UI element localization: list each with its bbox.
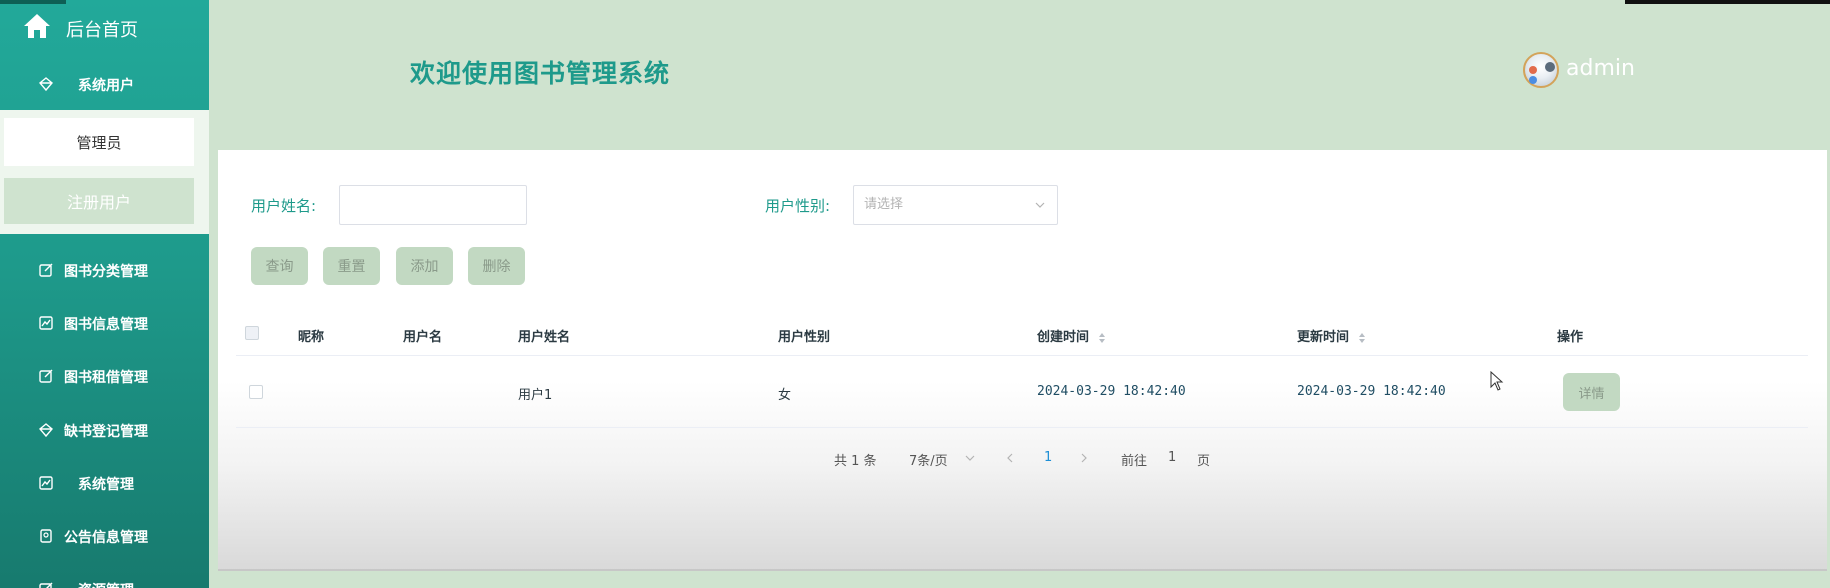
pagination-total: 共 1 条: [834, 454, 877, 469]
delete-button[interactable]: 删除: [468, 247, 525, 285]
select-all-checkbox[interactable]: [245, 326, 259, 340]
sidebar-item-label: 图书租借管理: [64, 370, 148, 386]
gender-filter-placeholder: 请选择: [864, 197, 904, 212]
cell-created: 2024-03-29 18:42:40: [1037, 384, 1186, 399]
username[interactable]: admin: [1566, 56, 1635, 81]
table-header: 昵称 用户名 用户姓名 用户性别 创建时间 更新时间 操作: [236, 310, 1808, 356]
row-checkbox[interactable]: [249, 385, 263, 399]
sidebar-top-accent: [0, 0, 66, 4]
page-size-select[interactable]: 7条/页: [909, 450, 948, 469]
sidebar: 后台首页 系统用户 管理员 注册用户 图书分类管理 图书信息管理 图书租借管理 …: [0, 0, 209, 588]
add-button[interactable]: 添加: [396, 247, 453, 285]
sidebar-subitem-label: 管理员: [76, 133, 122, 152]
column-header-created[interactable]: 创建时间: [1037, 326, 1106, 345]
reset-button[interactable]: 重置: [323, 247, 380, 285]
gender-filter-label: 用户性别:: [765, 197, 831, 215]
sidebar-subitem-admin[interactable]: 管理员: [4, 118, 194, 166]
sort-icon[interactable]: [1358, 332, 1366, 344]
column-header-actions: 操作: [1557, 330, 1584, 345]
sidebar-item-resources[interactable]: 资源管理: [0, 569, 209, 588]
column-header-nickname: 昵称: [298, 330, 325, 345]
sidebar-item-label: 图书分类管理: [64, 264, 148, 280]
sidebar-item-label: 公告信息管理: [64, 530, 148, 546]
edit-icon: [39, 263, 53, 277]
name-filter-input[interactable]: [339, 185, 527, 225]
sidebar-item-system-management[interactable]: 系统管理: [0, 463, 209, 503]
sidebar-home[interactable]: 后台首页: [0, 8, 209, 48]
query-button[interactable]: 查询: [251, 247, 308, 285]
sidebar-item-announcements[interactable]: 公告信息管理: [0, 516, 209, 556]
sidebar-item-label: 图书信息管理: [64, 317, 148, 333]
edit-icon: [39, 369, 53, 383]
cell-updated: 2024-03-29 18:42:40: [1297, 384, 1446, 399]
sidebar-submenu: 管理员 注册用户: [0, 110, 209, 234]
column-header-created-label: 创建时间: [1037, 330, 1090, 345]
chevron-right-icon[interactable]: [1079, 452, 1089, 464]
home-icon: [24, 14, 50, 38]
name-filter-label: 用户姓名:: [251, 197, 317, 215]
detail-button[interactable]: 详情: [1563, 373, 1620, 411]
column-header-gender: 用户性别: [778, 330, 831, 345]
column-header-updated[interactable]: 更新时间: [1297, 326, 1366, 345]
header: 欢迎使用图书管理系统 admin: [209, 0, 1830, 142]
cell-realname: 用户1: [518, 388, 553, 403]
sidebar-item-rental[interactable]: 图书租借管理: [0, 356, 209, 396]
column-header-realname: 用户姓名: [518, 330, 571, 345]
sidebar-home-label: 后台首页: [66, 20, 138, 41]
chart-icon: [39, 476, 53, 490]
sidebar-item-label: 系统管理: [78, 477, 134, 493]
chevron-down-icon: [1035, 202, 1045, 208]
chevron-left-icon[interactable]: [1005, 452, 1015, 464]
avatar[interactable]: [1523, 52, 1559, 88]
sidebar-subitem-registered-users[interactable]: 注册用户: [4, 178, 194, 224]
sidebar-subitem-label: 注册用户: [66, 193, 131, 212]
gender-filter-select[interactable]: 请选择: [853, 185, 1058, 225]
goto-suffix: 页: [1197, 454, 1211, 469]
sort-icon[interactable]: [1098, 332, 1106, 344]
sidebar-item-label: 系统用户: [78, 78, 134, 94]
table-row: 用户1 女 2024-03-29 18:42:40 2024-03-29 18:…: [236, 356, 1808, 428]
goto-prefix: 前往: [1121, 454, 1148, 469]
goto-page-input[interactable]: 1: [1168, 450, 1176, 465]
cell-gender: 女: [778, 388, 792, 403]
page-title: 欢迎使用图书管理系统: [410, 59, 671, 88]
sidebar-item-category[interactable]: 图书分类管理: [0, 250, 209, 290]
header-top-accent: [1625, 0, 1830, 4]
diamond-icon: [39, 423, 53, 438]
sidebar-item-label: 缺书登记管理: [64, 424, 148, 440]
chevron-down-icon[interactable]: [965, 452, 975, 464]
main-panel-bottom-border: [218, 569, 1827, 571]
mouse-cursor-icon: [1490, 371, 1504, 391]
sidebar-item-label: 资源管理: [78, 580, 134, 588]
page-number-current[interactable]: 1: [1044, 450, 1052, 465]
column-header-updated-label: 更新时间: [1297, 330, 1350, 345]
column-header-username: 用户名: [403, 330, 443, 345]
chart-icon: [39, 316, 53, 330]
badge-icon: [40, 529, 52, 543]
sidebar-item-missing-books[interactable]: 缺书登记管理: [0, 410, 209, 450]
diamond-icon: [39, 77, 53, 92]
sidebar-item-system-users[interactable]: 系统用户: [0, 64, 209, 104]
sidebar-item-book-info[interactable]: 图书信息管理: [0, 303, 209, 343]
edit-icon: [39, 582, 53, 588]
